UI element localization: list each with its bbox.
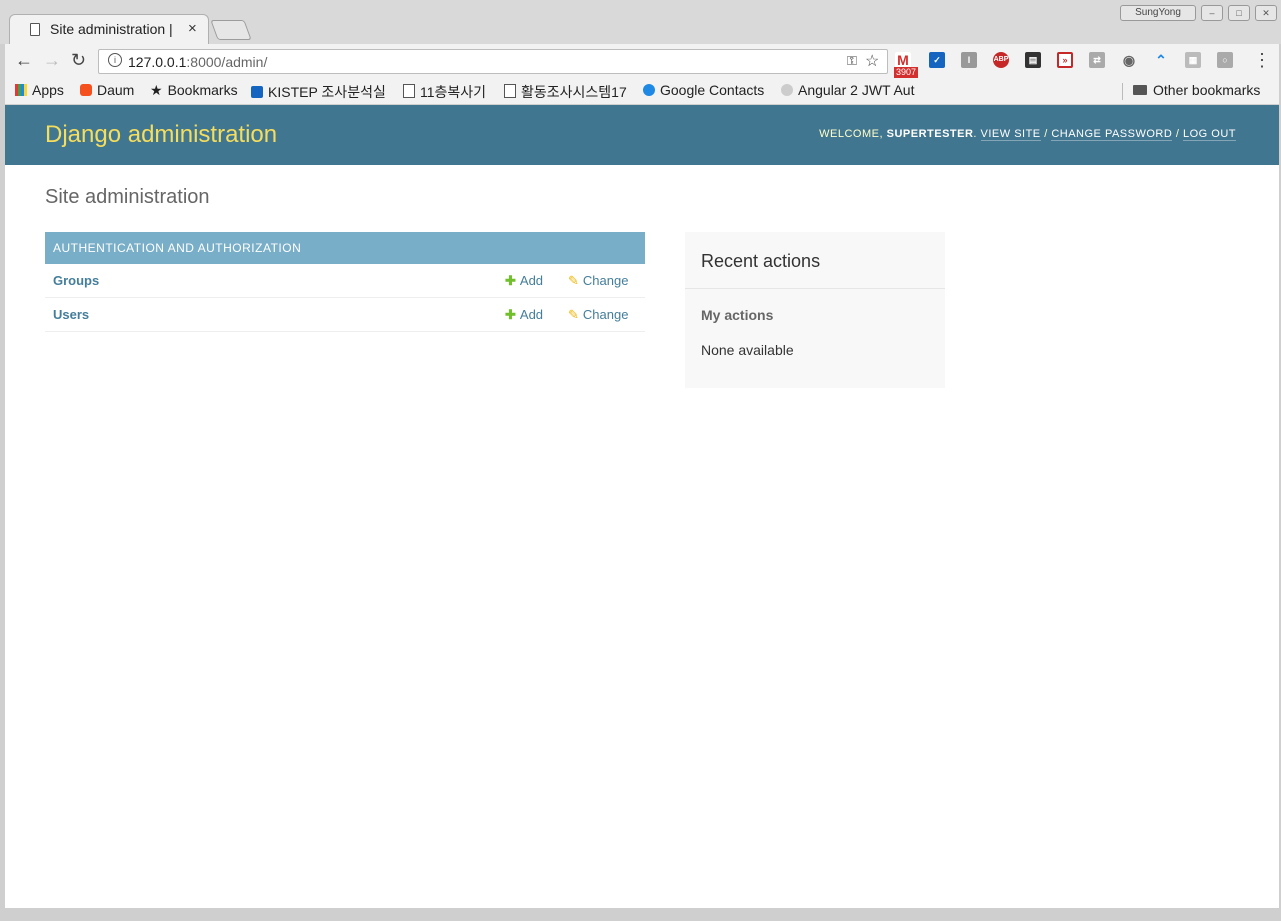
info-icon[interactable]: i <box>108 53 122 67</box>
view-site-link[interactable]: View site <box>980 128 1041 141</box>
page-icon <box>30 23 40 36</box>
layout-icon[interactable]: ▦ <box>1185 52 1201 68</box>
folder-icon <box>1133 85 1147 95</box>
bookmark-apps[interactable]: Apps <box>15 82 64 98</box>
add-groups-link[interactable]: ✚ Add <box>505 273 543 289</box>
window-close-icon[interactable]: ✕ <box>1255 5 1277 21</box>
browser-toolbar: ← → ↻ i 127.0.0.1:8000/admin/ ⚿ ☆ M 3907… <box>5 44 1279 79</box>
welcome-text: Welcome, <box>819 128 884 140</box>
bookmark-label: Other bookmarks <box>1153 82 1261 98</box>
daum-icon <box>80 84 92 96</box>
bookmark-activity-system[interactable]: 활동조사시스템17 <box>504 82 627 102</box>
pencil-icon: ✎ <box>568 273 579 288</box>
bookmark-label: KISTEP 조사분석실 <box>268 84 386 100</box>
forward-icon[interactable]: → <box>43 50 61 71</box>
change-users-link[interactable]: ✎ Change <box>568 307 628 323</box>
change-groups-link[interactable]: ✎ Change <box>568 273 628 289</box>
bookmarks-divider <box>1122 83 1123 100</box>
menu-icon[interactable]: ⋮ <box>1253 50 1271 71</box>
camera-icon[interactable]: ◉ <box>1121 52 1137 68</box>
extension-i-icon[interactable]: I <box>961 52 977 68</box>
url-host: 127.0.0.1 <box>128 54 187 70</box>
username: SUPERTESTER <box>886 128 974 140</box>
table-row: Groups ✚ Add ✎ Change <box>45 264 645 298</box>
admin-header: Django administration Welcome, SUPERTEST… <box>5 105 1279 165</box>
bookmark-bookmarks[interactable]: ★ Bookmarks <box>150 82 238 99</box>
page-icon <box>504 84 516 98</box>
bookmark-google-contacts[interactable]: Google Contacts <box>643 82 764 98</box>
bookmark-label: Google Contacts <box>660 82 765 98</box>
recent-actions-title: Recent actions <box>701 251 821 271</box>
page-title: Site administration <box>45 186 210 208</box>
app-module-auth: Authentication and Authorization Groups … <box>45 232 645 332</box>
user-tools: Welcome, SUPERTESTER. View site / Change… <box>819 128 1236 141</box>
my-actions-heading: My actions <box>701 307 774 323</box>
trello-icon <box>251 86 263 98</box>
recent-actions-panel: Recent actions My actions None available <box>685 232 945 388</box>
site-branding[interactable]: Django administration <box>45 121 277 149</box>
new-tab-button[interactable] <box>210 20 252 40</box>
profile-button[interactable]: SungYong <box>1120 5 1196 21</box>
repeat-icon[interactable]: ⇄ <box>1089 52 1105 68</box>
tab-strip: Site administration | × SungYong – □ ✕ <box>0 0 1281 44</box>
pencil-icon: ✎ <box>568 307 579 322</box>
change-label: Change <box>582 307 629 322</box>
person-icon <box>781 84 793 96</box>
url-text: 127.0.0.1:8000/admin/ <box>128 54 267 70</box>
bookmark-star-icon[interactable]: ☆ <box>865 51 879 71</box>
model-link-groups[interactable]: Groups <box>53 273 99 288</box>
bookmark-label: Apps <box>32 82 64 98</box>
contacts-icon <box>643 84 655 96</box>
divider <box>685 288 945 289</box>
bookmark-label: Daum <box>97 82 135 98</box>
no-actions-text: None available <box>701 342 794 358</box>
bookmarks-bar: Apps Daum ★ Bookmarks KISTEP 조사분석실 11층복사기… <box>5 79 1279 105</box>
bookmark-label: 11층복사기 <box>420 84 487 100</box>
twitter-icon[interactable]: ✓ <box>929 52 945 68</box>
add-label: Add <box>519 307 544 322</box>
adblock-icon[interactable]: ABP <box>993 52 1009 68</box>
film-icon[interactable]: ▤ <box>1025 52 1041 68</box>
gmail-icon[interactable]: M <box>895 52 911 68</box>
bookmark-label: Angular 2 JWT Aut <box>798 82 915 98</box>
tab-title: Site administration | <box>50 21 173 37</box>
change-label: Change <box>582 273 629 288</box>
maximize-icon[interactable]: □ <box>1228 5 1250 21</box>
add-users-link[interactable]: ✚ Add <box>505 307 543 323</box>
tab-close-icon[interactable]: × <box>188 20 197 37</box>
reload-icon[interactable]: ↻ <box>71 50 86 71</box>
gmail-badge: 3907 <box>894 67 919 78</box>
model-link-users[interactable]: Users <box>53 307 89 322</box>
bookmark-label: Bookmarks <box>167 82 238 98</box>
address-bar[interactable]: i 127.0.0.1:8000/admin/ ⚿ ☆ <box>98 49 888 74</box>
bookmark-other[interactable]: Other bookmarks <box>1133 82 1260 98</box>
add-icon: ✚ <box>505 307 516 322</box>
page-icon <box>403 84 415 98</box>
module-caption[interactable]: Authentication and Authorization <box>45 232 645 264</box>
minimize-icon[interactable]: – <box>1201 5 1223 21</box>
pushbullet-icon[interactable]: » <box>1057 52 1073 68</box>
key-icon[interactable]: ⚿ <box>847 53 857 69</box>
tab-site-administration[interactable]: Site administration | × <box>9 14 209 44</box>
bookmark-daum[interactable]: Daum <box>80 82 134 98</box>
bookmark-kistep[interactable]: KISTEP 조사분석실 <box>251 82 386 102</box>
bookmark-angular-jwt[interactable]: Angular 2 JWT Aut <box>781 82 919 98</box>
log-out-link[interactable]: Log out <box>1182 128 1236 141</box>
add-icon: ✚ <box>505 273 516 288</box>
circle-icon[interactable]: ○ <box>1217 52 1233 68</box>
add-label: Add <box>519 273 544 288</box>
arc-icon[interactable]: ⌃ <box>1153 52 1169 68</box>
bookmark-copier[interactable]: 11층복사기 <box>403 82 486 102</box>
apps-grid-icon <box>15 84 27 96</box>
change-password-link[interactable]: Change password <box>1051 128 1173 141</box>
bookmark-label: 활동조사시스템17 <box>521 84 627 100</box>
back-icon[interactable]: ← <box>15 50 33 71</box>
url-path: :8000/admin/ <box>186 54 268 70</box>
star-icon: ★ <box>150 82 163 98</box>
table-row: Users ✚ Add ✎ Change <box>45 298 645 332</box>
